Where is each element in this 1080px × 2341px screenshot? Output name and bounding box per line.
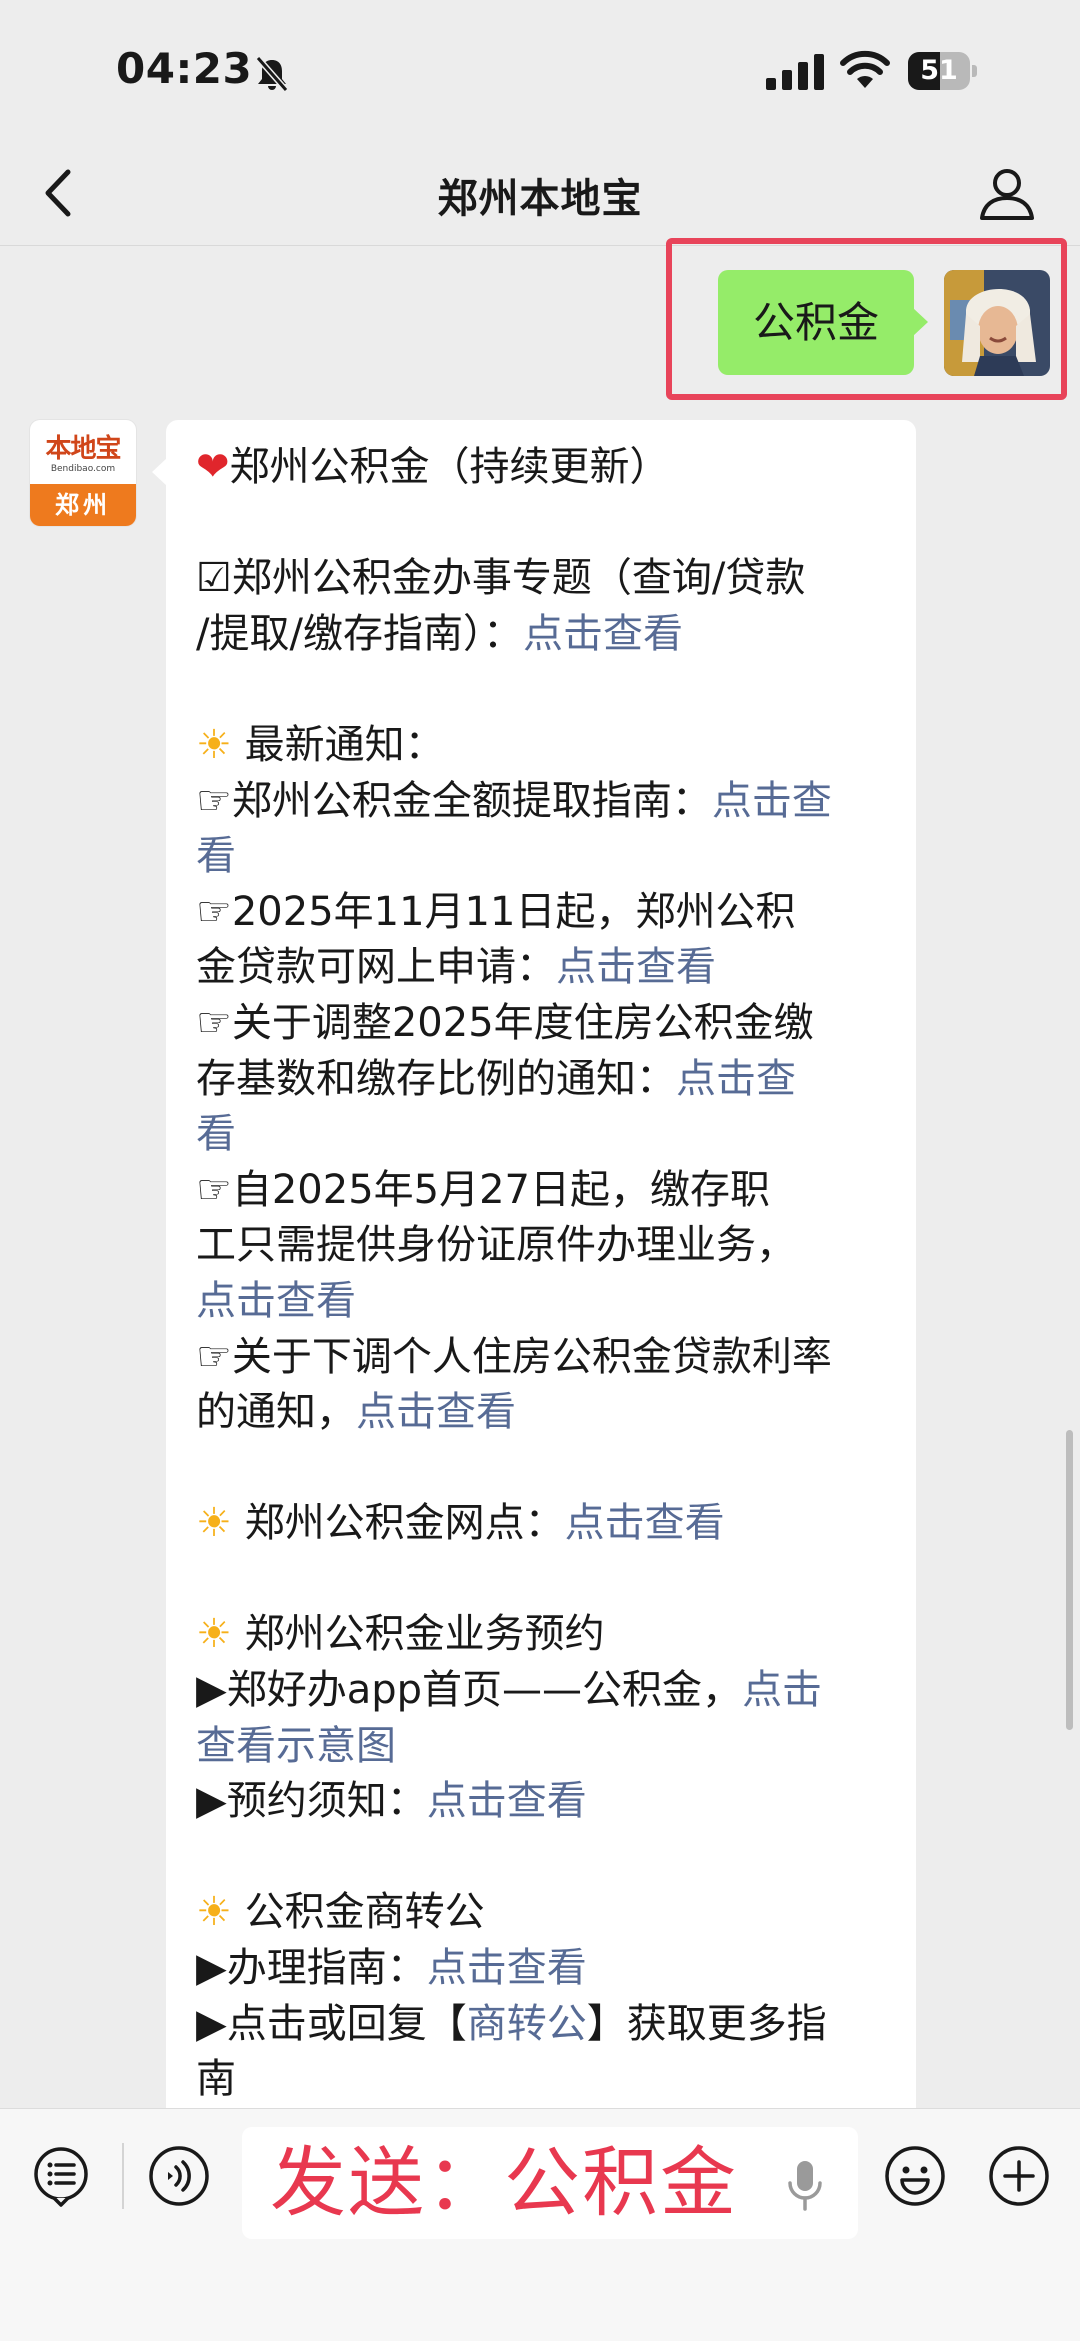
emoji-icon[interactable] (884, 2145, 946, 2207)
signal-icon (766, 54, 824, 90)
bot-avatar[interactable]: 本地宝 Bendibao.com 郑州 (30, 420, 136, 526)
booking-item-1-link[interactable]: 点击 (742, 1667, 822, 1713)
notice-1-link-cont[interactable]: 看 (196, 833, 236, 879)
topic-line-1: ☑郑州公积金办事专题（查询/贷款 (196, 555, 806, 602)
booking-item-1: ▶郑好办app首页——公积金，点击 (196, 1667, 823, 1714)
heart-icon: ❤ (196, 444, 230, 490)
input-divider (122, 2143, 124, 2209)
message-input-value: 发送：公积金 (270, 2138, 738, 2227)
notice-5-line-2: 的通知，点击查看 (196, 1389, 516, 1436)
reply-title: 郑州公积金（持续更新） (229, 444, 670, 490)
notice-3-line-2: 存基数和缴存比例的通知：点击查 (196, 1055, 796, 1102)
chat-title: 郑州本地宝 (437, 176, 643, 222)
notice-4-line-1: ☞自2025年5月27日起，缴存职 (196, 1166, 771, 1213)
received-message-bubble: ❤郑州公积金（持续更新） ☑郑州公积金办事专题（查询/贷款 /提取/缴存指南）：… (152, 420, 916, 2120)
transfer-item-1: ▶办理指南：点击查看 (196, 1945, 587, 1992)
booking-heading: ☀ 郑州公积金业务预约 (196, 1611, 605, 1658)
notice-2-line-2: 金贷款可网上申请：点击查看 (196, 944, 716, 991)
notice-5-line-1: ☞关于下调个人住房公积金贷款利率 (196, 1333, 832, 1380)
sun-icon: ☀ (196, 1611, 232, 1658)
transfer-item-2-cont: 南 (196, 2056, 236, 2103)
message-input[interactable]: 发送：公积金 (242, 2127, 858, 2239)
notice-3-link[interactable]: 点击查 (676, 1056, 796, 1102)
topic-line-2: /提取/缴存指南）：点击查看 (196, 610, 683, 657)
status-time: 04:23 (116, 44, 253, 93)
latest-heading: ☀ 最新通知： (196, 721, 445, 768)
outlets-heading: ☀ 郑州公积金网点：点击查看 (196, 1500, 725, 1547)
bot-avatar-city: 郑州 (30, 484, 136, 526)
sun-icon: ☀ (196, 721, 232, 768)
sun-icon: ☀ (196, 1500, 232, 1547)
notice-1: ☞郑州公积金全额提取指南：点击查 (196, 777, 832, 824)
booking-item-2: ▶预约须知：点击查看 (196, 1778, 587, 1825)
bot-avatar-brand: 本地宝 (45, 434, 121, 464)
notice-5-link[interactable]: 点击查看 (356, 1389, 516, 1435)
menu-icon[interactable] (30, 2145, 92, 2207)
outlets-link[interactable]: 点击查看 (565, 1500, 725, 1546)
input-bar: 发送：公积金 (0, 2108, 1080, 2341)
notice-3-link-cont[interactable]: 看 (196, 1111, 236, 1157)
battery-level: 51 (920, 55, 958, 86)
reply-title-line: ❤郑州公积金（持续更新） (196, 440, 886, 496)
notice-4-line-2: 工只需提供身份证原件办理业务， (196, 1222, 796, 1269)
sun-icon: ☀ (196, 1889, 232, 1936)
person-icon[interactable] (976, 162, 1038, 224)
scrollbar[interactable] (1066, 1430, 1073, 1730)
notice-3-line-1: ☞关于调整2025年度住房公积金缴 (196, 999, 814, 1046)
microphone-icon[interactable] (784, 2157, 826, 2213)
battery-indicator: 51 (908, 52, 978, 90)
booking-item-1-link-cont[interactable]: 查看示意图 (196, 1723, 396, 1769)
transfer-keyword-link[interactable]: 商转公 (467, 2001, 587, 2047)
transfer-heading: ☀ 公积金商转公 (196, 1889, 485, 1936)
status-bar: 04:23 51 (0, 0, 1080, 140)
transfer-item-2: ▶点击或回复【商转公】获取更多指 (196, 2000, 827, 2047)
bot-avatar-url: Bendibao.com (50, 464, 116, 474)
notice-2-link[interactable]: 点击查看 (556, 944, 716, 990)
sent-message-bubble[interactable]: 公积金 (718, 270, 928, 375)
notice-1-link[interactable]: 点击查 (712, 778, 832, 824)
transfer-item-1-link[interactable]: 点击查看 (427, 1945, 587, 1991)
plus-icon[interactable] (988, 2145, 1050, 2207)
voice-icon[interactable] (148, 2145, 210, 2207)
topic-link[interactable]: 点击查看 (523, 611, 683, 657)
notice-4-link[interactable]: 点击查看 (196, 1278, 356, 1324)
my-avatar[interactable] (944, 270, 1050, 376)
nav-bar: 郑州本地宝 (0, 140, 1080, 246)
booking-item-2-link[interactable]: 点击查看 (427, 1778, 587, 1824)
bell-slash-icon (255, 56, 289, 92)
avatar-photo (944, 270, 1050, 376)
notice-2-line-1: ☞2025年11月11日起，郑州公积 (196, 888, 796, 935)
wifi-icon (840, 50, 890, 88)
